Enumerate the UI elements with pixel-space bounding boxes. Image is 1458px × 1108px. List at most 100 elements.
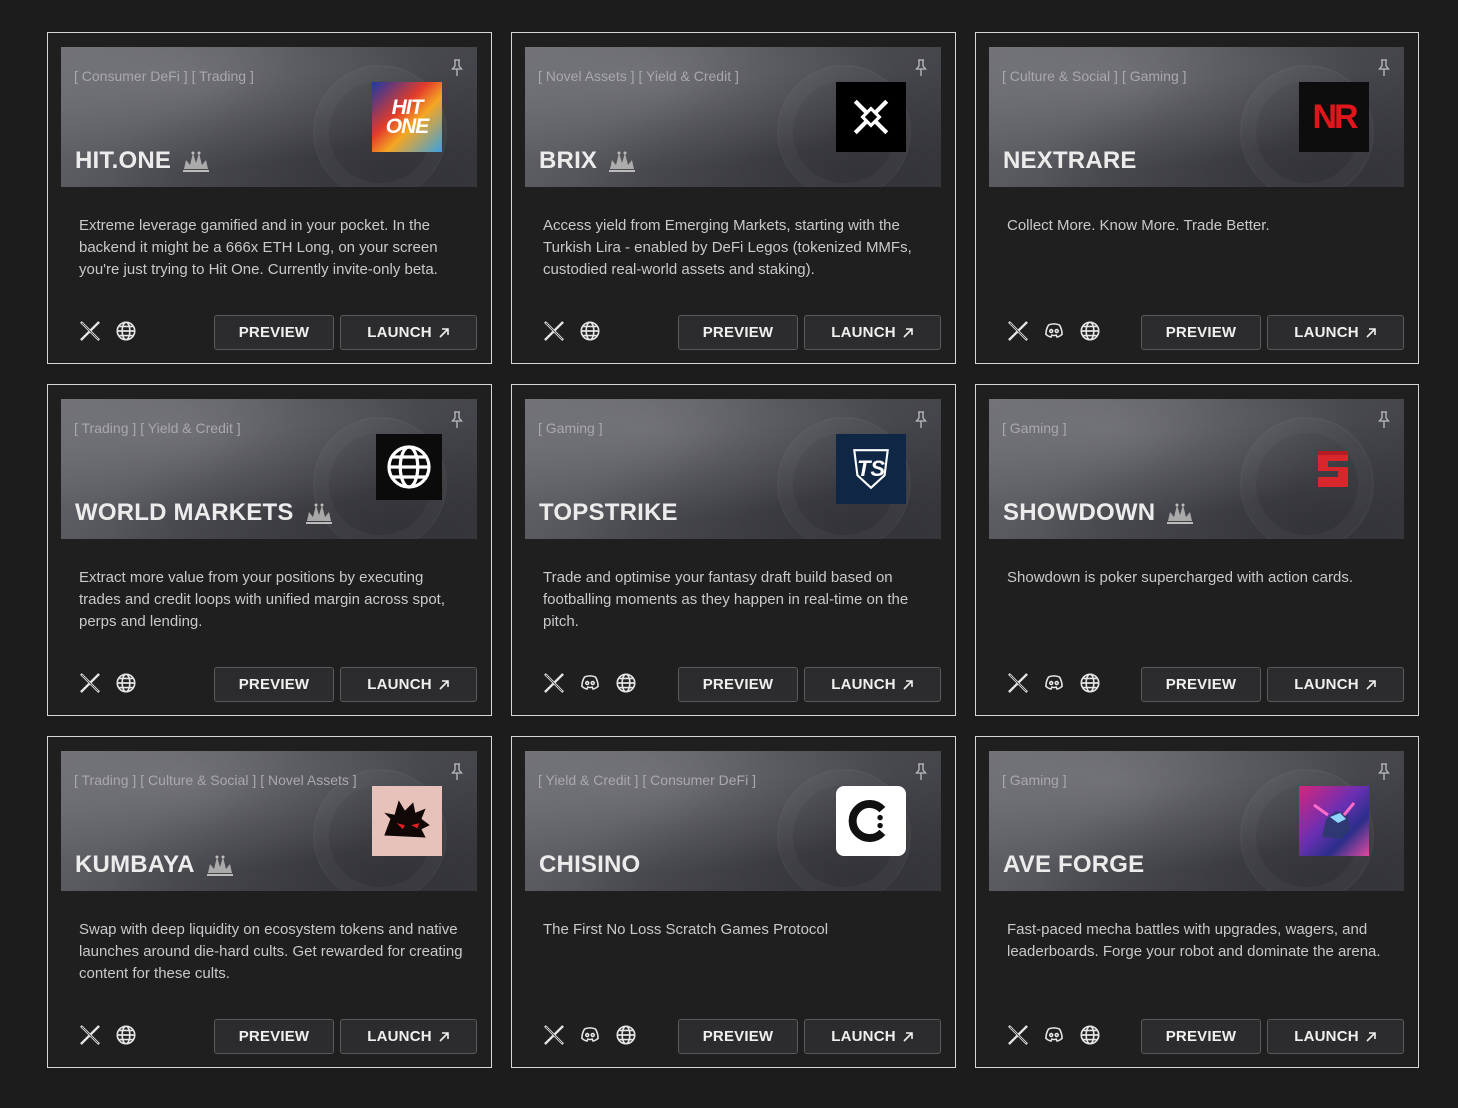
- card-description: Extract more value from your positions b…: [79, 569, 446, 630]
- discord-icon[interactable]: [1043, 672, 1065, 694]
- preview-button[interactable]: PREVIEW: [1141, 667, 1261, 702]
- card-title-text: HIT.ONE: [75, 147, 172, 174]
- category-tag[interactable]: [ Consumer DeFi ]: [74, 68, 188, 84]
- card-actions: PREVIEW LAUNCH: [214, 667, 477, 702]
- globe-icon[interactable]: [615, 672, 637, 694]
- launch-button[interactable]: LAUNCH: [1267, 315, 1404, 350]
- x-icon[interactable]: [543, 320, 565, 342]
- preview-button[interactable]: PREVIEW: [214, 315, 334, 350]
- pin-icon[interactable]: [915, 763, 927, 781]
- preview-button[interactable]: PREVIEW: [1141, 1019, 1261, 1054]
- topstrike-logo: TS: [836, 434, 906, 504]
- x-icon[interactable]: [79, 672, 101, 694]
- category-tag[interactable]: [ Gaming ]: [1002, 420, 1067, 436]
- app-card-topstrike[interactable]: [ Gaming ] TS TOPSTRIKE Trade and optimi…: [511, 384, 956, 716]
- globe-icon[interactable]: [115, 320, 137, 342]
- discord-icon[interactable]: [579, 1024, 601, 1046]
- preview-label: PREVIEW: [702, 676, 774, 693]
- globe-icon[interactable]: [579, 320, 601, 342]
- x-icon[interactable]: [543, 1024, 565, 1046]
- category-tag[interactable]: [ Yield & Credit ]: [638, 68, 738, 84]
- launch-button[interactable]: LAUNCH: [1267, 1019, 1404, 1054]
- app-card-nextrare[interactable]: [ Culture & Social ][ Gaming ] NR NEXTRA…: [975, 32, 1419, 364]
- category-tag[interactable]: [ Consumer DeFi ]: [642, 772, 756, 788]
- card-tags: [ Consumer DeFi ][ Trading ]: [74, 63, 364, 90]
- category-tag[interactable]: [ Novel Assets ]: [538, 68, 634, 84]
- globe-icon[interactable]: [615, 1024, 637, 1046]
- app-card-chisino[interactable]: [ Yield & Credit ][ Consumer DeFi ] CHIS…: [511, 736, 956, 1068]
- pin-icon[interactable]: [1378, 763, 1390, 781]
- preview-button[interactable]: PREVIEW: [214, 1019, 334, 1054]
- preview-button[interactable]: PREVIEW: [678, 315, 798, 350]
- category-tag[interactable]: [ Novel Assets ]: [260, 772, 356, 788]
- pin-icon[interactable]: [1378, 59, 1390, 77]
- category-tag[interactable]: [ Gaming ]: [1002, 772, 1067, 788]
- x-icon[interactable]: [79, 1024, 101, 1046]
- card-actions: PREVIEW LAUNCH: [1141, 1019, 1404, 1054]
- card-actions: PREVIEW LAUNCH: [1141, 315, 1404, 350]
- launch-button[interactable]: LAUNCH: [804, 315, 941, 350]
- preview-button[interactable]: PREVIEW: [678, 667, 798, 702]
- pin-icon[interactable]: [451, 411, 463, 429]
- pin-icon[interactable]: [1378, 411, 1390, 429]
- app-card-brix[interactable]: [ Novel Assets ][ Yield & Credit ] BRIX …: [511, 32, 956, 364]
- x-icon[interactable]: [1007, 672, 1029, 694]
- globe-icon[interactable]: [1079, 320, 1101, 342]
- launch-button[interactable]: LAUNCH: [1267, 667, 1404, 702]
- x-icon[interactable]: [1007, 320, 1029, 342]
- pin-icon[interactable]: [915, 59, 927, 77]
- app-card-showdown[interactable]: [ Gaming ] SHOWDOWN Showdown is poker su…: [975, 384, 1419, 716]
- card-actions: PREVIEW LAUNCH: [678, 1019, 941, 1054]
- external-arrow-icon: [1365, 327, 1377, 339]
- external-arrow-icon: [438, 327, 450, 339]
- social-links: [79, 320, 137, 342]
- preview-button[interactable]: PREVIEW: [1141, 315, 1261, 350]
- crown-icon: [205, 854, 235, 876]
- category-tag[interactable]: [ Gaming ]: [538, 420, 603, 436]
- social-links: [543, 1024, 637, 1046]
- app-card-ave-forge[interactable]: [ Gaming ] AVE FORGE Fast-paced mecha ba…: [975, 736, 1419, 1068]
- card-title-text: TOPSTRIKE: [539, 499, 678, 526]
- category-tag[interactable]: [ Trading ]: [192, 68, 254, 84]
- x-icon[interactable]: [543, 672, 565, 694]
- card-title: NEXTRARE: [1003, 147, 1137, 175]
- pin-icon[interactable]: [451, 59, 463, 77]
- app-card-world-markets[interactable]: [ Trading ][ Yield & Credit ] WORLD MARK…: [47, 384, 492, 716]
- launch-button[interactable]: LAUNCH: [340, 1019, 477, 1054]
- card-description: Collect More. Know More. Trade Better.: [1007, 217, 1270, 234]
- category-tag[interactable]: [ Culture & Social ]: [140, 772, 256, 788]
- launch-button[interactable]: LAUNCH: [804, 1019, 941, 1054]
- world-markets-logo: [376, 434, 442, 500]
- crown-icon: [607, 150, 637, 172]
- preview-button[interactable]: PREVIEW: [214, 667, 334, 702]
- globe-icon[interactable]: [1079, 1024, 1101, 1046]
- launch-button[interactable]: LAUNCH: [804, 667, 941, 702]
- discord-icon[interactable]: [1043, 320, 1065, 342]
- x-icon[interactable]: [1007, 1024, 1029, 1046]
- globe-icon[interactable]: [1079, 672, 1101, 694]
- card-tags: [ Trading ][ Yield & Credit ]: [74, 415, 364, 442]
- brix-logo: [836, 82, 906, 152]
- category-tag[interactable]: [ Yield & Credit ]: [140, 420, 240, 436]
- discord-icon[interactable]: [1043, 1024, 1065, 1046]
- app-card-kumbaya[interactable]: [ Trading ][ Culture & Social ][ Novel A…: [47, 736, 492, 1068]
- category-tag[interactable]: [ Yield & Credit ]: [538, 772, 638, 788]
- globe-icon[interactable]: [115, 672, 137, 694]
- launch-button[interactable]: LAUNCH: [340, 667, 477, 702]
- launch-label: LAUNCH: [1294, 324, 1359, 341]
- launch-button[interactable]: LAUNCH: [340, 315, 477, 350]
- discord-icon[interactable]: [579, 672, 601, 694]
- globe-icon[interactable]: [115, 1024, 137, 1046]
- pin-icon[interactable]: [451, 763, 463, 781]
- category-tag[interactable]: [ Culture & Social ]: [1002, 68, 1118, 84]
- category-tag[interactable]: [ Trading ]: [74, 420, 136, 436]
- category-tag[interactable]: [ Trading ]: [74, 772, 136, 788]
- pin-icon[interactable]: [915, 411, 927, 429]
- preview-button[interactable]: PREVIEW: [678, 1019, 798, 1054]
- external-arrow-icon: [1365, 1031, 1377, 1043]
- x-icon[interactable]: [79, 320, 101, 342]
- card-title-text: AVE FORGE: [1003, 851, 1145, 878]
- card-tags: [ Novel Assets ][ Yield & Credit ]: [538, 63, 828, 90]
- app-card-hit-one[interactable]: [ Consumer DeFi ][ Trading ] HIT ONE HIT…: [47, 32, 492, 364]
- category-tag[interactable]: [ Gaming ]: [1122, 68, 1187, 84]
